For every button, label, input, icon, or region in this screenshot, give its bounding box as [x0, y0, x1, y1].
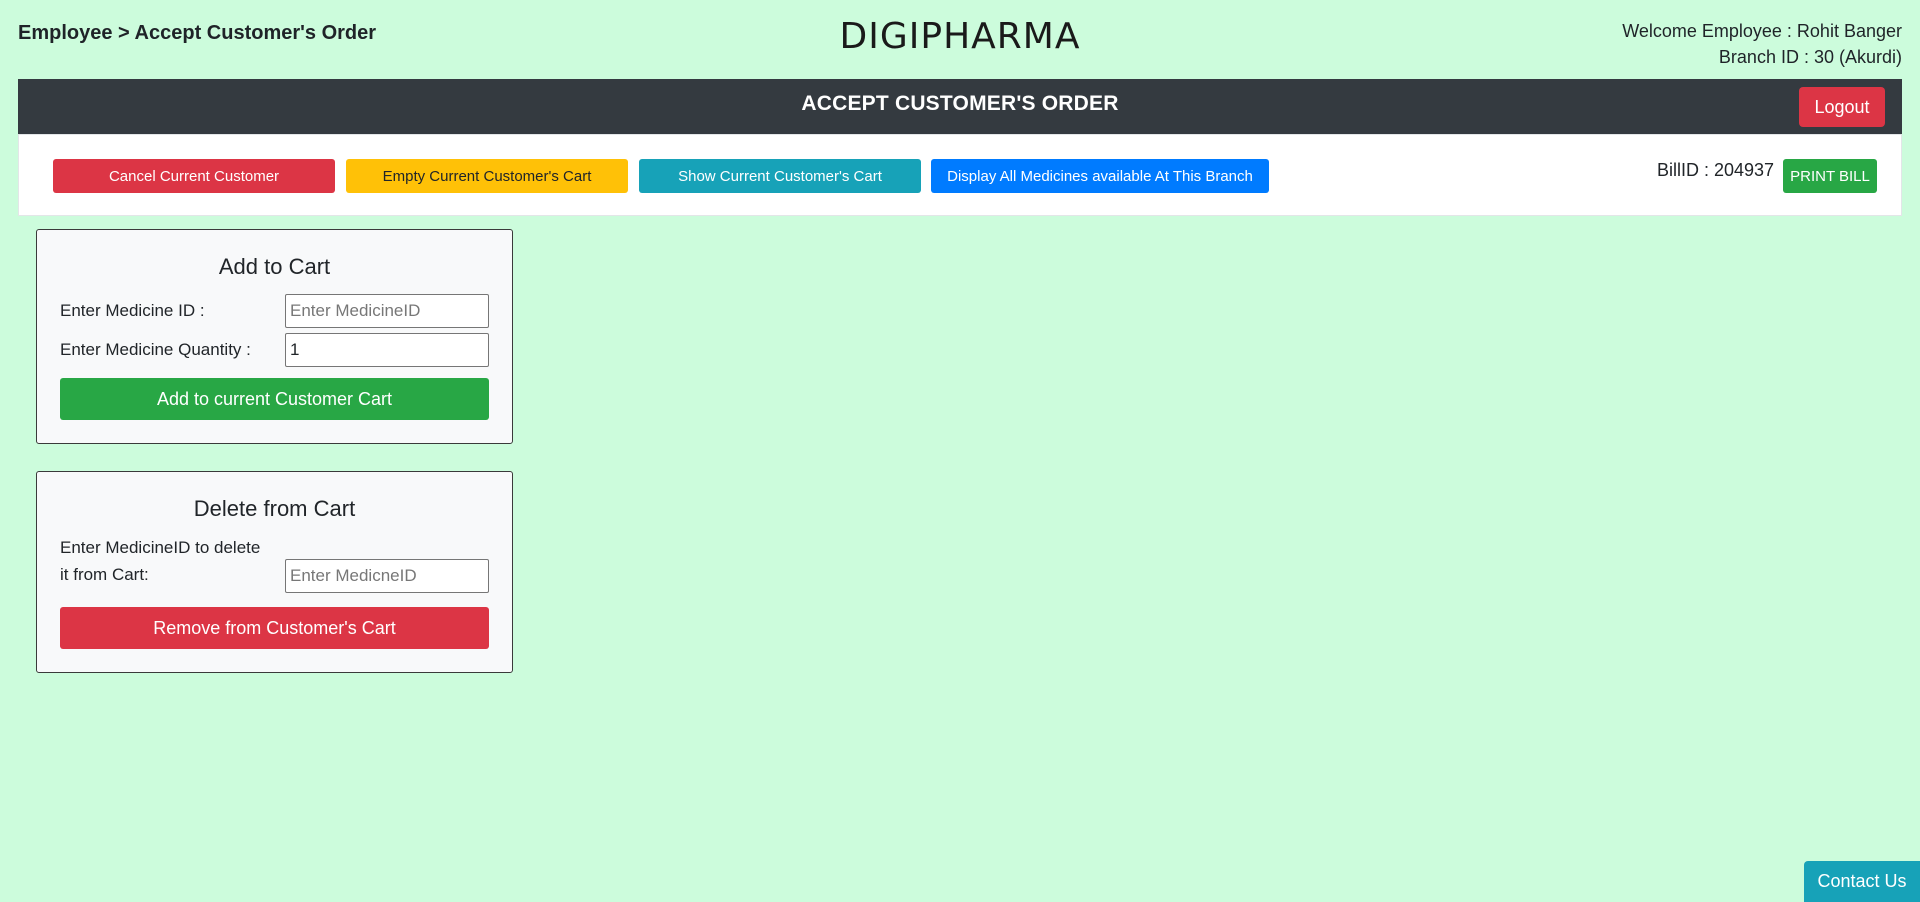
delete-label-line1: Enter MedicineID to delete — [60, 538, 261, 557]
contact-us-button[interactable]: Contact Us — [1804, 861, 1920, 902]
add-to-cart-card: Add to Cart Enter Medicine ID : Enter Me… — [36, 229, 513, 444]
delete-label-line2: it from Cart: — [60, 565, 149, 584]
display-medicines-button[interactable]: Display All Medicines available At This … — [931, 159, 1269, 193]
user-info: Welcome Employee : Rohit Banger Branch I… — [1622, 18, 1902, 70]
print-bill-button[interactable]: PRINT BILL — [1783, 159, 1877, 193]
action-bar: Cancel Current Customer Empty Current Cu… — [18, 134, 1902, 216]
quantity-input[interactable] — [285, 333, 489, 367]
show-cart-button[interactable]: Show Current Customer's Cart — [639, 159, 921, 193]
medicine-id-input[interactable] — [285, 294, 489, 328]
branch-text: Branch ID : 30 (Akurdi) — [1718, 47, 1902, 67]
empty-cart-button[interactable]: Empty Current Customer's Cart — [346, 159, 628, 193]
quantity-label: Enter Medicine Quantity : — [60, 340, 251, 359]
add-to-cart-button[interactable]: Add to current Customer Cart — [60, 378, 489, 420]
page-header: ACCEPT CUSTOMER'S ORDER Logout — [18, 79, 1902, 134]
remove-from-cart-button[interactable]: Remove from Customer's Cart — [60, 607, 489, 649]
delete-from-cart-card: Delete from Cart Enter MedicineID to del… — [36, 471, 513, 673]
logout-button[interactable]: Logout — [1799, 87, 1885, 127]
welcome-text: Welcome Employee : Rohit Banger — [1622, 21, 1902, 41]
delete-label: Enter MedicineID to delete it from Cart: — [60, 534, 260, 588]
top-bar: Employee > Accept Customer's Order DIGIP… — [0, 0, 1920, 78]
medicine-id-label: Enter Medicine ID : — [60, 301, 205, 320]
cancel-customer-button[interactable]: Cancel Current Customer — [53, 159, 335, 193]
page-title: ACCEPT CUSTOMER'S ORDER — [801, 92, 1119, 115]
delete-medicine-id-input[interactable] — [285, 559, 489, 593]
bill-id: BillID : 204937 — [1657, 160, 1775, 180]
add-card-title: Add to Cart — [218, 254, 331, 279]
delete-card-title: Delete from Cart — [193, 496, 356, 521]
